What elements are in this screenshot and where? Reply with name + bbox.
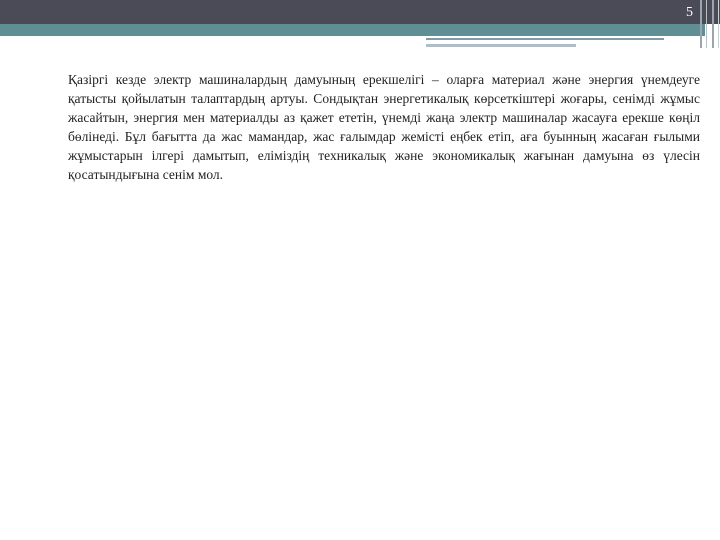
- decorative-underline: [426, 38, 664, 40]
- decorative-stripe: [700, 0, 702, 48]
- header-bar: [0, 0, 720, 24]
- header-accent-strip: [0, 24, 705, 36]
- decorative-underline: [426, 44, 576, 47]
- body-paragraph: Қазіргі кезде электр машиналардың дамуын…: [68, 72, 700, 182]
- decorative-stripe: [718, 0, 719, 48]
- decorative-stripe: [712, 0, 714, 48]
- decorative-stripe: [706, 0, 707, 48]
- page-number: 5: [686, 5, 693, 20]
